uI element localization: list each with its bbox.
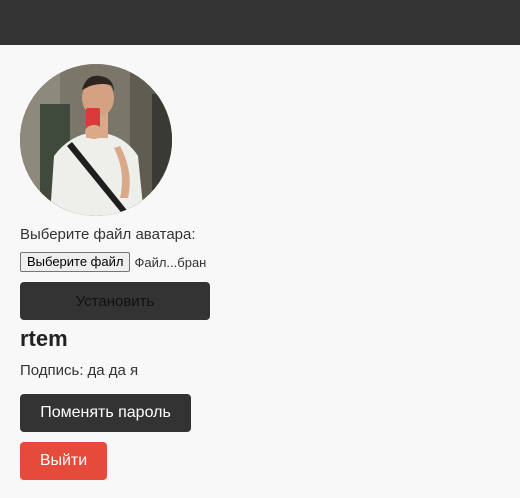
avatar-file-label: Выберите файл аватара: <box>20 226 196 243</box>
change-password-button[interactable]: Поменять пароль <box>20 394 191 432</box>
file-status-text: Файл...бран <box>134 254 207 270</box>
username: rtem <box>20 326 68 351</box>
profile-panel: Выберите файл аватара: Выберите файл Фай… <box>20 64 500 480</box>
avatar <box>20 64 172 216</box>
signature-label: Подпись: <box>20 362 84 379</box>
install-avatar-button[interactable]: Установить <box>20 282 210 320</box>
choose-file-button[interactable]: Выберите файл <box>20 252 131 272</box>
top-navbar <box>0 0 520 45</box>
avatar-photo <box>20 64 172 216</box>
logout-button[interactable]: Выйти <box>20 442 107 480</box>
file-input[interactable]: Выберите файл Файл...бран <box>20 252 500 272</box>
signature-value: да да я <box>87 362 139 379</box>
signature-line: Подпись: да да я <box>20 362 500 380</box>
